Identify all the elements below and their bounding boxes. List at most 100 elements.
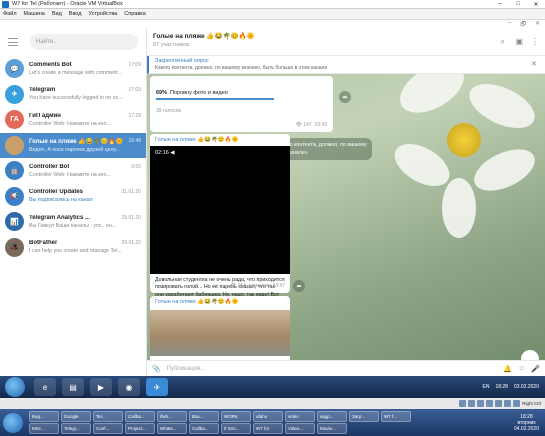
emoji-icon[interactable]: ☺ [518, 365, 525, 372]
host-task-button[interactable]: Video... [285, 423, 315, 434]
host-task-button[interactable]: Вах... [189, 411, 219, 422]
chat-name: ГиП админ [29, 112, 61, 119]
pinned-title: Закреплённый опрос [155, 58, 209, 64]
guest-clock[interactable]: 18:28 [495, 384, 508, 390]
search-icon[interactable]: ⌕ [501, 37, 505, 47]
language-indicator[interactable]: EN [483, 384, 490, 390]
pinned-message-bar[interactable]: Закреплённый опрос Какого контента, долж… [147, 56, 545, 74]
host-task-button[interactable]: Callba... [125, 411, 155, 422]
chat-avatar: ✈ [5, 84, 24, 104]
video-player[interactable]: 02:16 ◀ [150, 146, 290, 274]
chat-list-item[interactable]: 🎩 BotFather 29.01.20 I can help you creat… [0, 235, 146, 261]
close-button[interactable]: ✕ [527, 1, 545, 8]
host-task-button[interactable]: Project... [125, 423, 155, 434]
usb-icon[interactable] [477, 400, 485, 407]
host-day: вторник [517, 419, 536, 426]
microphone-icon[interactable]: 🎤 [531, 365, 540, 373]
start-button[interactable] [5, 377, 25, 397]
share-icon[interactable]: ➦ [339, 91, 351, 103]
chat-name: Comments Bot [29, 61, 72, 68]
menu-devices[interactable]: Устройства [88, 11, 117, 17]
chat-list-sidebar: Найти... 💬 Comments Bot 17:09 Let's creat… [0, 28, 147, 376]
host-task-button[interactable]: Tel... [93, 411, 123, 422]
host-task-button[interactable]: ifwh... [157, 411, 187, 422]
more-icon[interactable]: ⋮ [531, 37, 539, 46]
hdd-icon[interactable] [459, 400, 467, 407]
menu-file[interactable]: Файл [3, 11, 17, 17]
optical-icon[interactable] [468, 400, 476, 407]
chat-list-item[interactable]: 📊 Telegram Analytics ... 29.01.20 Вы Гавк… [0, 209, 146, 235]
menu-help[interactable]: Справка [124, 11, 146, 17]
host-clock[interactable]: 18:28 вторник 04.02.2020 [514, 414, 545, 432]
minimize-button[interactable]: – [491, 1, 509, 8]
chat-preview: Видео, А пока парочка друзей целу... [29, 146, 121, 153]
host-task-button[interactable]: кадр... [317, 411, 347, 422]
search-input[interactable]: Найти... [30, 34, 138, 50]
poll-views: 147 [303, 122, 312, 128]
message-input[interactable]: Публикация... [167, 366, 498, 372]
close-pinned-icon[interactable]: ✕ [531, 60, 537, 68]
tg-close-button[interactable]: ✕ [535, 20, 540, 28]
message-meta: 👁 154 изменено 23:47 [229, 283, 285, 289]
attach-icon[interactable]: 📎 [152, 365, 161, 373]
menu-icon[interactable] [8, 38, 18, 46]
host-start-button[interactable] [3, 412, 23, 433]
ie-icon[interactable]: e [34, 378, 56, 396]
host-task-button[interactable]: Telegr... [61, 423, 91, 434]
chat-time: 17:09 [128, 61, 141, 68]
chat-avatar: 📢 [5, 186, 24, 206]
mouse-icon[interactable] [513, 400, 521, 407]
chat-avatar: 🎩 [5, 237, 24, 257]
menu-input[interactable]: Ввод [69, 11, 82, 17]
host-task-button[interactable]: Movie... [317, 423, 347, 434]
chat-list-item[interactable]: Голые на пляже 👍😂🌴😊🔥🌞 15:48 Видео, А пока… [0, 132, 146, 158]
sidebar-toggle-icon[interactable]: ▣ [515, 37, 523, 46]
chrome-icon[interactable]: ◉ [118, 378, 140, 396]
network-icon[interactable] [486, 400, 494, 407]
display-icon[interactable] [504, 400, 512, 407]
chat-header[interactable]: Голые на пляже 👍😂🌴😊🔥🌞 87 участников ⌕ ▣ … [147, 28, 545, 56]
host-task-button[interactable]: Загр... [349, 411, 379, 422]
host-task-button[interactable]: Callba... [189, 423, 219, 434]
chat-time: 15:48 [128, 138, 141, 145]
host-task-button[interactable]: Google [61, 411, 91, 422]
host-task-button[interactable]: Whats... [157, 423, 187, 434]
media-player-icon[interactable]: ▶ [90, 378, 112, 396]
host-task-button[interactable]: Il Stro... [221, 423, 251, 434]
folder-icon[interactable]: ▤ [62, 378, 84, 396]
share-icon[interactable]: ➦ [293, 280, 305, 292]
host-task-button[interactable]: W7 f... [381, 411, 411, 422]
host-task-button[interactable]: Conf... [93, 423, 123, 434]
tg-minimize-button[interactable]: – [508, 20, 511, 28]
menu-machine[interactable]: Машина [24, 11, 45, 17]
poll-progress-bar [156, 98, 274, 100]
host-date: 04.02.2020 [513, 425, 539, 432]
chat-time: 31.01.20 [121, 189, 141, 196]
video-message[interactable]: Голые на пляже 👍😂🌴😊🔥🌞 02:16 ◀ Довольная … [150, 134, 290, 305]
host-task-button[interactable]: W7 for [253, 423, 283, 434]
chat-list-item[interactable]: 💬 Comments Bot 17:09 Let's create a messa… [0, 56, 146, 82]
telegram-taskbar-icon[interactable]: ✈ [146, 378, 168, 396]
poll-option: Поровну фото и видео [170, 90, 228, 96]
chat-avatar: 🤖 [5, 161, 24, 181]
shared-folder-icon[interactable] [495, 400, 503, 407]
chat-list-item[interactable]: 🤖 Controller Bot 0:50 Controller Web: Наж… [0, 158, 146, 184]
notifications-icon[interactable]: 🔔 [503, 365, 512, 373]
tg-restore-button[interactable]: 🗗 [520, 20, 526, 28]
poll-votes: 39 голосов [156, 108, 182, 114]
chat-list-item[interactable]: ✈ Telegram 17:03 You have successfully lo… [0, 82, 146, 108]
host-task-button[interactable]: video [285, 411, 315, 422]
poll-message[interactable]: 69% Поровну фото и видео 39 голосов 👁 147… [150, 76, 333, 132]
message-photo[interactable] [150, 310, 290, 356]
chat-list-item[interactable]: 📢 Controller Updates 31.01.20 Вы подписал… [0, 184, 146, 210]
chat-list-item[interactable]: ГА ГиП админ 17:29 Controller Web: Нажмит… [0, 107, 146, 133]
host-task-button[interactable]: ufaho [253, 411, 283, 422]
host-task-button[interactable]: WORK [221, 411, 251, 422]
host-task-button[interactable]: MSc... [29, 423, 59, 434]
host-task-button[interactable]: Бед... [29, 411, 59, 422]
chat-preview: Вы Гавкул Ваши каналы : упс.. он... [29, 222, 117, 229]
chat-title: Голые на пляже 👍😂🌴😊🔥🌞 [153, 33, 255, 40]
chat-time: 17:29 [128, 112, 141, 119]
maximize-button[interactable]: □ [509, 1, 527, 8]
menu-view[interactable]: Вид [52, 11, 62, 17]
